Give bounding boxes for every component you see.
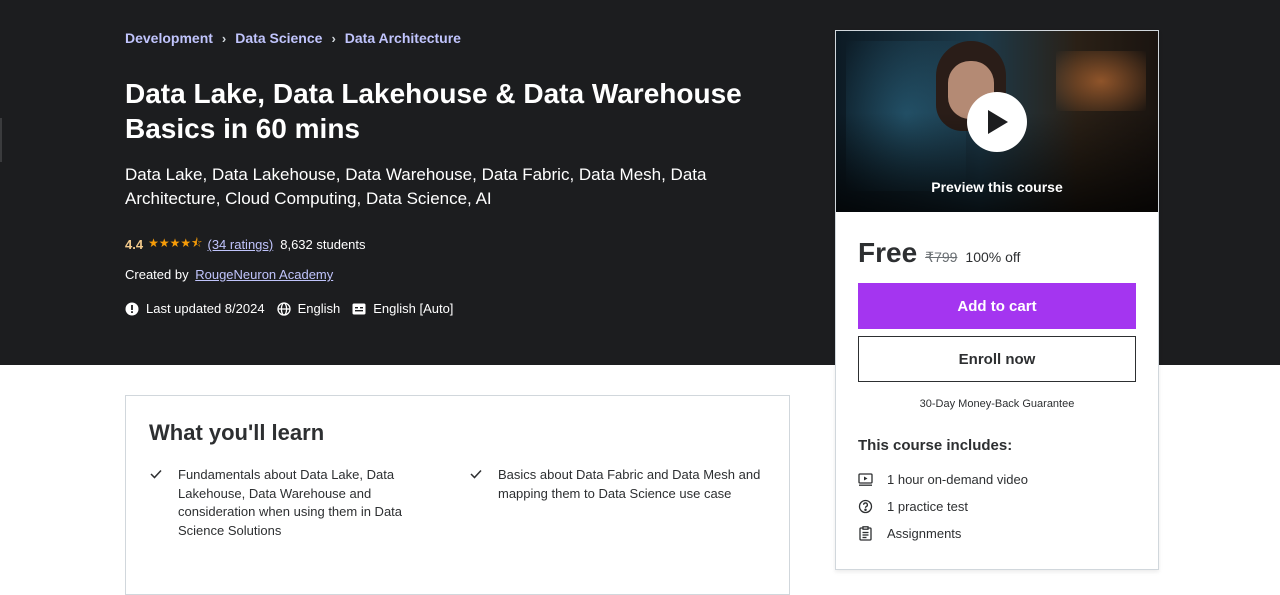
last-updated-text: Last updated 8/2024 — [146, 301, 265, 316]
course-title: Data Lake, Data Lakehouse & Data Warehou… — [125, 78, 742, 144]
rating-row: 4.4 ★★★★⯪ (34 ratings) 8,632 students — [125, 234, 366, 255]
chevron-right-icon: › — [221, 30, 227, 46]
course-preview[interactable]: Preview this course — [836, 31, 1158, 212]
breadcrumb-data-science[interactable]: Data Science — [235, 30, 322, 46]
original-price: ₹799 — [925, 249, 958, 265]
closed-captions-icon — [352, 303, 366, 314]
breadcrumb: Development › Data Science › Data Archit… — [125, 30, 461, 46]
purchase-card: Preview this course Free ₹799 100% off A… — [835, 30, 1159, 570]
globe-icon — [276, 301, 291, 316]
includes-item-label: Assignments — [887, 526, 962, 541]
last-updated: Last updated 8/2024 — [125, 301, 265, 316]
play-button[interactable] — [967, 92, 1027, 152]
breadcrumb-data-architecture[interactable]: Data Architecture — [345, 30, 461, 46]
ratings-count-link[interactable]: (34 ratings) — [207, 237, 273, 252]
list-item: Assignments — [858, 520, 1028, 547]
created-by-label: Created by — [125, 267, 189, 282]
preview-label: Preview this course — [931, 179, 1063, 195]
video-icon — [858, 473, 873, 486]
includes-item-label: 1 hour on-demand video — [887, 472, 1028, 487]
created-by: Created by RougeNeuron Academy — [125, 267, 333, 282]
discount-percent: 100% off — [965, 249, 1021, 265]
language: English — [276, 301, 341, 316]
money-back-guarantee: 30-Day Money-Back Guarantee — [919, 398, 1075, 410]
alert-badge-icon — [125, 302, 139, 315]
enroll-now-button[interactable]: Enroll now — [858, 336, 1136, 382]
what-youll-learn: What you'll learn Fundamentals about Dat… — [125, 395, 790, 595]
check-icon — [150, 469, 162, 479]
course-subtitle: Data Lake, Data Lakehouse, Data Warehous… — [125, 165, 707, 208]
price-row: Free ₹799 100% off — [858, 237, 1020, 269]
rating-value: 4.4 — [125, 237, 144, 252]
captions: English [Auto] — [352, 301, 453, 316]
check-icon — [470, 469, 482, 479]
students-count: 8,632 students — [280, 237, 366, 252]
learn-item-text: Fundamentals about Data Lake, Data Lakeh… — [178, 467, 403, 538]
learn-title: What you'll learn — [149, 420, 325, 445]
star-rating-icon: ★★★★⯪ — [148, 236, 203, 250]
breadcrumb-development[interactable]: Development — [125, 30, 213, 46]
chevron-right-icon: › — [331, 30, 336, 46]
list-item: 1 hour on-demand video — [858, 466, 1028, 493]
includes-item-label: 1 practice test — [887, 499, 968, 514]
captions-text: English [Auto] — [373, 301, 454, 316]
learn-item: Basics about Data Fabric and Data Mesh a… — [470, 466, 770, 503]
current-price: Free — [858, 237, 918, 268]
play-icon — [988, 110, 1008, 134]
add-to-cart-button[interactable]: Add to cart — [858, 283, 1136, 329]
hero-edge-marker — [0, 118, 2, 162]
learn-item: Fundamentals about Data Lake, Data Lakeh… — [150, 466, 440, 540]
course-meta: Last updated 8/2024 English English [Aut… — [125, 301, 465, 316]
assignment-icon — [859, 526, 872, 541]
author-link[interactable]: RougeNeuron Academy — [195, 267, 333, 282]
includes-list: 1 hour on-demand video 1 practice test A… — [858, 466, 1028, 547]
list-item: 1 practice test — [858, 493, 1028, 520]
language-text: English — [297, 301, 341, 316]
question-icon — [858, 499, 873, 514]
includes-title: This course includes: — [858, 437, 1013, 454]
learn-item-text: Basics about Data Fabric and Data Mesh a… — [498, 467, 761, 501]
